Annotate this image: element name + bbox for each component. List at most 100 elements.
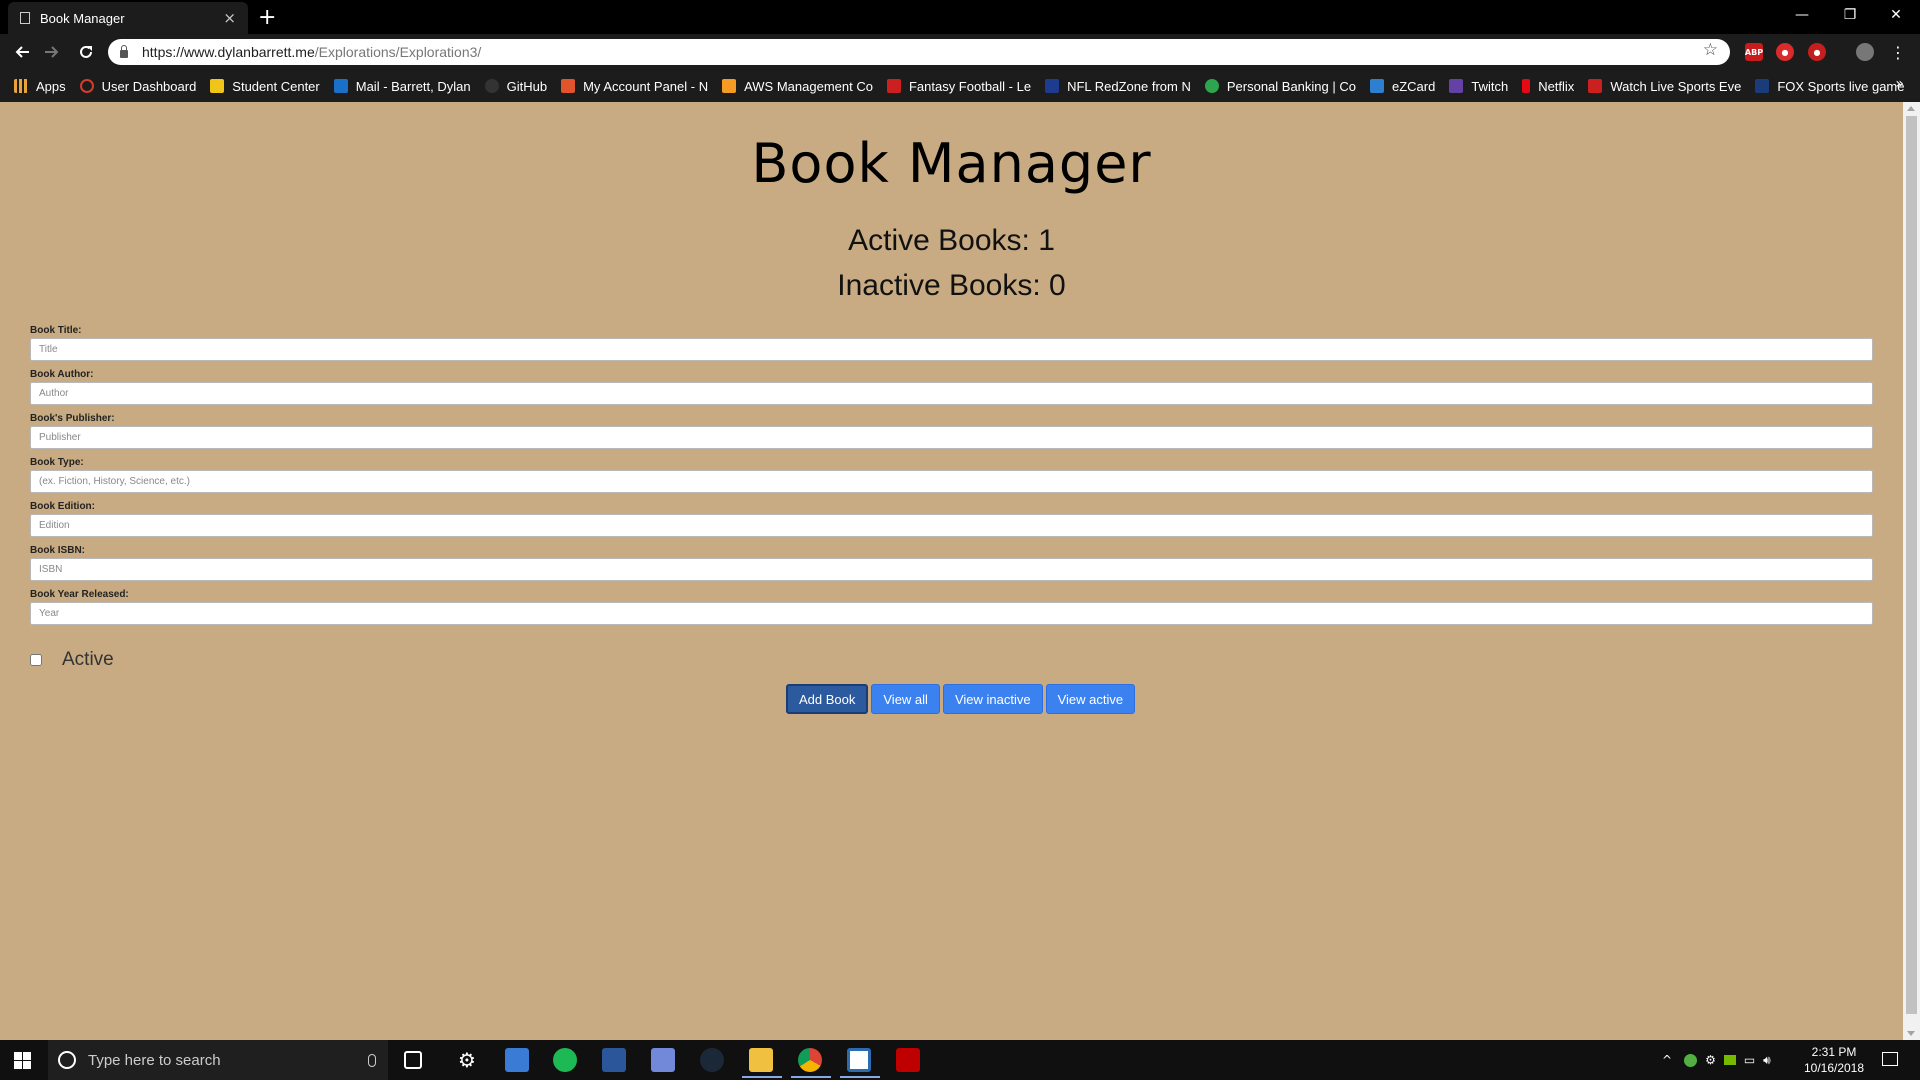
view-inactive-button[interactable]: View inactive	[942, 684, 1043, 714]
browser-toolbar: https://www.dylanbarrett.me/Explorations…	[0, 34, 1920, 70]
view-active-button[interactable]: View active	[1045, 684, 1136, 714]
explorer-window-icon[interactable]	[505, 1048, 529, 1072]
windows-start-icon[interactable]	[14, 1052, 31, 1069]
bookmark-aws[interactable]: AWS Management Co	[722, 79, 873, 94]
minimize-button[interactable]: —	[1780, 0, 1824, 30]
volume-icon[interactable]: 🔊︎	[1763, 1053, 1771, 1068]
view-all-button[interactable]: View all	[871, 684, 940, 714]
spotify-icon[interactable]	[553, 1048, 577, 1072]
profile-avatar-icon[interactable]	[1856, 43, 1874, 61]
more-bookmarks-chevron-icon[interactable]: »	[1895, 76, 1904, 92]
book-form: Book Title: Book Author: Book's Publishe…	[30, 322, 1873, 631]
bookmark-ezcard[interactable]: eZCard	[1369, 79, 1435, 94]
inactive-books-count: Inactive Books: 0	[837, 269, 1066, 302]
menu-kebab-icon[interactable]: ⋮	[1886, 40, 1910, 64]
extension-bug-icon[interactable]: ●	[1808, 43, 1826, 61]
browser-tab-book-manager[interactable]: Book Manager ×	[8, 2, 248, 34]
network-icon[interactable]: ▭	[1744, 1053, 1755, 1067]
clock-time: 2:31 PM	[1811, 1045, 1857, 1059]
tray-chevron-up-icon[interactable]: ^	[1662, 1053, 1672, 1067]
bookmark-watch-live-sports[interactable]: Watch Live Sports Eve	[1588, 79, 1741, 94]
taskbar-clock[interactable]: 2:31 PM 10/16/2018	[1796, 1044, 1872, 1076]
bookmark-student-center[interactable]: Student Center	[210, 79, 320, 94]
restore-button[interactable]: ❐	[1828, 0, 1872, 30]
taskbar-search-box[interactable]: Type here to search	[48, 1040, 388, 1080]
bookmark-netflix[interactable]: Netflix	[1522, 79, 1574, 94]
browser-title-bar: Book Manager × + — ❐ ✕	[0, 0, 1920, 34]
chrome-icon[interactable]	[798, 1048, 822, 1072]
discord-icon[interactable]	[651, 1048, 675, 1072]
url-text: https://www.dylanbarrett.me/Explorations…	[142, 44, 482, 60]
cortana-icon	[58, 1051, 76, 1069]
steam-icon[interactable]	[700, 1048, 724, 1072]
book-publisher-input[interactable]	[30, 426, 1873, 449]
page-viewport: Book Manager Active Books: 1 Inactive Bo…	[0, 102, 1920, 1040]
active-label: Active	[62, 649, 114, 670]
page-icon	[20, 12, 30, 24]
tray-steam-icon[interactable]: ⚙	[1705, 1053, 1716, 1067]
book-author-input[interactable]	[30, 382, 1873, 405]
scrollbar-thumb[interactable]	[1906, 116, 1917, 1014]
bookmark-github[interactable]: GitHub	[484, 79, 547, 94]
bookmark-account-panel[interactable]: My Account Panel - N	[561, 79, 708, 94]
active-checkbox[interactable]	[30, 654, 42, 666]
bookmark-mail[interactable]: Mail - Barrett, Dylan	[333, 79, 471, 94]
bookmark-nfl-redzone[interactable]: NFL RedZone from N	[1045, 79, 1191, 94]
tray-app-icon[interactable]	[1684, 1053, 1698, 1067]
lock-icon	[120, 45, 128, 58]
adblock-extension-icon[interactable]: ABP	[1745, 43, 1763, 61]
book-isbn-label: Book ISBN:	[30, 545, 85, 556]
book-publisher-label: Book's Publisher:	[30, 413, 115, 424]
espn-icon	[886, 79, 901, 93]
back-button[interactable]	[10, 40, 34, 64]
bank-icon	[1204, 79, 1219, 93]
bookmark-apps[interactable]: Apps	[14, 79, 66, 94]
file-explorer-icon[interactable]	[749, 1048, 773, 1072]
book-year-input[interactable]	[30, 602, 1873, 625]
book-year-label: Book Year Released:	[30, 589, 129, 600]
bookmark-user-dashboard[interactable]: User Dashboard	[79, 79, 196, 94]
forward-button[interactable]	[40, 40, 64, 64]
bookmarks-bar: Apps User Dashboard Student Center Mail …	[0, 70, 1920, 102]
extension-red-icon[interactable]: ●	[1776, 43, 1794, 61]
bookmark-fantasy-football[interactable]: Fantasy Football - Le	[886, 79, 1031, 94]
page-scrollbar[interactable]	[1903, 102, 1920, 1040]
espn-icon	[1588, 79, 1603, 93]
book-isbn-input[interactable]	[30, 558, 1873, 581]
reload-button[interactable]	[74, 40, 98, 64]
bookmark-personal-banking[interactable]: Personal Banking | Co	[1204, 79, 1356, 94]
netflix-icon	[1522, 79, 1531, 93]
book-edition-input[interactable]	[30, 514, 1873, 537]
word-icon[interactable]	[602, 1048, 626, 1072]
book-title-input[interactable]	[30, 338, 1873, 361]
dashboard-icon	[79, 79, 94, 93]
bookmark-twitch[interactable]: Twitch	[1449, 79, 1508, 94]
bookmark-fox-sports[interactable]: FOX Sports live game	[1755, 79, 1904, 94]
notepad-icon[interactable]	[847, 1048, 871, 1072]
system-tray: ^ ⚙ ▭ 🔊︎	[1662, 1040, 1771, 1080]
search-placeholder: Type here to search	[88, 1051, 221, 1069]
tray-nvidia-icon[interactable]	[1723, 1055, 1736, 1065]
windows-taskbar: Type here to search ⚙	[0, 1040, 1920, 1080]
filezilla-icon[interactable]	[896, 1048, 920, 1072]
action-buttons: Add Book View all View inactive View act…	[786, 684, 1138, 714]
tab-close-icon[interactable]: ×	[223, 9, 236, 27]
active-books-count: Active Books: 1	[848, 224, 1055, 257]
microphone-icon[interactable]	[368, 1053, 376, 1067]
twitch-icon	[1449, 79, 1464, 93]
close-window-button[interactable]: ✕	[1874, 0, 1918, 30]
address-bar[interactable]: https://www.dylanbarrett.me/Explorations…	[108, 39, 1730, 65]
task-view-icon[interactable]	[404, 1051, 422, 1069]
new-tab-button[interactable]: +	[258, 5, 276, 30]
bookmark-star-icon[interactable]: ☆	[1703, 40, 1718, 60]
apps-grid-icon	[14, 79, 28, 93]
scroll-down-arrow-icon[interactable]	[1907, 1031, 1915, 1036]
notification-center-icon[interactable]	[1882, 1052, 1898, 1066]
book-title-label: Book Title:	[30, 325, 82, 336]
scroll-up-arrow-icon[interactable]	[1907, 106, 1915, 111]
github-icon	[484, 79, 499, 93]
add-book-button[interactable]: Add Book	[786, 684, 869, 714]
settings-icon[interactable]: ⚙	[455, 1048, 479, 1072]
book-type-input[interactable]	[30, 470, 1873, 493]
account-panel-icon	[561, 79, 576, 93]
